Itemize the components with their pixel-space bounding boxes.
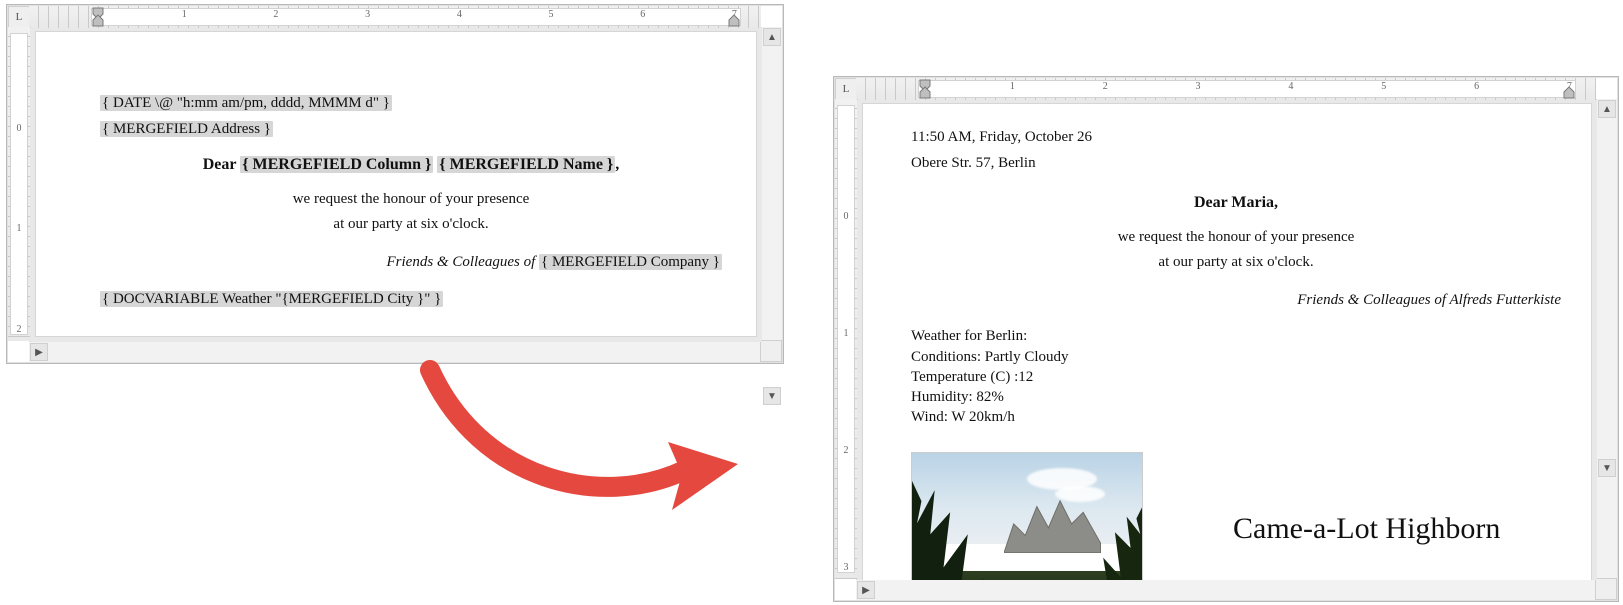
- column-field-code: { MERGEFIELD Column }: [240, 156, 433, 173]
- template-page[interactable]: { DATE \@ "h:mm am/pm, dddd, MMMM d" } {…: [36, 32, 756, 336]
- weather-wind: Wind: W 20km/h: [911, 407, 1561, 427]
- landscape-photo: [911, 452, 1143, 580]
- docvariable-line: { DOCVARIABLE Weather "{MERGEFIELD City …: [100, 290, 722, 310]
- weather-block: Weather for Berlin: Conditions: Partly C…: [911, 326, 1561, 427]
- company-field-code: { MERGEFIELD Company }: [539, 254, 722, 270]
- merged-body-1: we request the honour of your presence: [911, 228, 1561, 248]
- address-field-code: { MERGEFIELD Address }: [100, 121, 273, 137]
- ruler-corner: L: [8, 6, 30, 28]
- right-indent-marker[interactable]: [727, 6, 741, 28]
- weather-conditions: Conditions: Partly Cloudy: [911, 347, 1561, 367]
- comparison-stage: L 1234567 0 1 2 ▲: [0, 0, 1623, 605]
- salutation-suffix: ,: [615, 156, 619, 173]
- date-field-code: { DATE \@ "h:mm am/pm, dddd, MMMM d" }: [100, 95, 392, 111]
- horizontal-scrollbar[interactable]: ◀ ▶: [29, 341, 761, 362]
- merged-page[interactable]: 11:50 AM, Friday, October 26 Obere Str. …: [863, 104, 1591, 580]
- scroll-up-arrow-icon[interactable]: ▲: [763, 28, 781, 46]
- transform-arrow-icon: [420, 360, 750, 530]
- scroll-corner: [1595, 578, 1617, 600]
- name-field-code: { MERGEFIELD Name }: [437, 156, 615, 173]
- horizontal-ruler[interactable]: 1234567: [29, 6, 761, 29]
- left-indent-marker[interactable]: [918, 78, 932, 100]
- scroll-right-arrow-icon[interactable]: ▶: [857, 581, 875, 599]
- address-field-line: { MERGEFIELD Address }: [100, 120, 722, 140]
- signature-prefix: Friends & Colleagues of: [387, 254, 540, 270]
- vertical-scrollbar[interactable]: ▲ ▼: [761, 27, 782, 341]
- horizontal-ruler[interactable]: 1234567: [856, 78, 1596, 101]
- merged-document-window: L 1234567 0 1 2 3: [833, 76, 1619, 602]
- scroll-down-arrow-icon[interactable]: ▼: [1598, 459, 1616, 477]
- merged-signature: Friends & Colleagues of Alfreds Futterki…: [911, 291, 1561, 311]
- salutation-prefix: Dear: [203, 156, 240, 173]
- vertical-ruler[interactable]: 0 1 2 3: [835, 99, 858, 579]
- merged-salutation: Dear Maria,: [911, 193, 1561, 214]
- scroll-right-arrow-icon[interactable]: ▶: [30, 343, 48, 361]
- docvariable-field-code: { DOCVARIABLE Weather "{MERGEFIELD City …: [100, 291, 443, 307]
- vertical-scrollbar[interactable]: ▲ ▼: [1596, 99, 1617, 579]
- weather-humidity: Humidity: 82%: [911, 387, 1561, 407]
- body-line-2: at our party at six o'clock.: [100, 215, 722, 235]
- ruler-corner: L: [835, 78, 857, 100]
- template-document-window: L 1234567 0 1 2 ▲: [6, 4, 784, 364]
- body-line-1: we request the honour of your presence: [100, 190, 722, 210]
- scroll-corner: [760, 340, 782, 362]
- page-viewport: 11:50 AM, Friday, October 26 Obere Str. …: [857, 100, 1597, 580]
- merged-address: Obere Str. 57, Berlin: [911, 154, 1561, 174]
- handwritten-signature: Came-a-Lot Highborn: [1233, 512, 1500, 546]
- page-viewport: { DATE \@ "h:mm am/pm, dddd, MMMM d" } {…: [30, 28, 762, 342]
- signature-line: Friends & Colleagues of { MERGEFIELD Com…: [100, 253, 722, 273]
- merged-body-2: at our party at six o'clock.: [911, 253, 1561, 273]
- left-indent-marker[interactable]: [91, 6, 105, 28]
- weather-city: Weather for Berlin:: [911, 326, 1561, 346]
- scroll-up-arrow-icon[interactable]: ▲: [1598, 100, 1616, 118]
- merged-datetime: 11:50 AM, Friday, October 26: [911, 128, 1561, 148]
- salutation-line: Dear { MERGEFIELD Column } { MERGEFIELD …: [100, 155, 722, 176]
- date-field-line: { DATE \@ "h:mm am/pm, dddd, MMMM d" }: [100, 94, 722, 114]
- horizontal-scrollbar[interactable]: ◀ ▶: [856, 579, 1596, 600]
- vertical-ruler[interactable]: 0 1 2: [8, 27, 31, 341]
- right-indent-marker[interactable]: [1562, 78, 1576, 100]
- scroll-down-arrow-icon[interactable]: ▼: [763, 387, 781, 405]
- weather-temperature: Temperature (C) :12: [911, 367, 1561, 387]
